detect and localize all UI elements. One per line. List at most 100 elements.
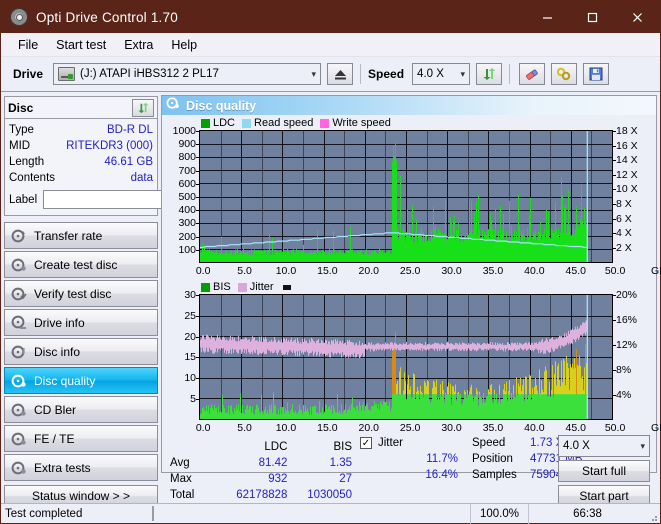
test-speed-select[interactable]: 4.0 X ▾	[558, 435, 650, 457]
sidebar-item-fe-te[interactable]: FE / TE	[4, 425, 158, 452]
disc-mid-label: MID	[9, 140, 31, 152]
menu-extra[interactable]: Extra	[115, 36, 162, 54]
disc-bler-icon	[11, 402, 27, 418]
speed-select-value: 4.0 X	[417, 68, 444, 80]
y-tick-right: 8 X	[613, 198, 632, 210]
chart-marker-icon	[282, 284, 291, 290]
jitter-checkbox[interactable]: ✓	[360, 437, 372, 449]
stats-row-label: Avg	[170, 457, 190, 469]
bis-x-axis: 0.0 5.0 10.0 15.0 20.0 25.0 30.0 35.0 40…	[196, 420, 661, 435]
ldc-chart-container: LDC Read speed Write speed 1000 900 800 …	[162, 115, 661, 278]
maximize-icon[interactable]	[570, 1, 615, 33]
legend-label-read-speed: Read speed	[254, 117, 314, 129]
sidebar-item-disc-quality[interactable]: Disc quality	[4, 367, 158, 394]
menu-file[interactable]: File	[9, 36, 47, 54]
jitter-avg-value: 11.7%	[426, 453, 458, 465]
y-tick-right: 20%	[612, 289, 638, 301]
y-tick: 10	[184, 372, 199, 385]
legend-item-read-speed: Read speed	[242, 117, 313, 129]
sidebar-item-drive-info[interactable]: Drive info	[4, 309, 158, 336]
speed-label: Speed	[368, 67, 405, 81]
bis-plot-area[interactable]	[199, 294, 613, 420]
y-tick-right: 10 X	[613, 183, 638, 196]
stats-total-ldc: 62178828	[236, 489, 288, 501]
jitter-label: Jitter	[378, 437, 403, 449]
disc-properties: Type BD-R DL MID RITEKDR3 (000) Length 4…	[5, 119, 248, 215]
resize-grip-icon[interactable]	[646, 504, 660, 524]
legend-label-jitter: Jitter	[249, 281, 274, 293]
disc-extra-icon	[11, 460, 27, 476]
eraser-button[interactable]	[519, 63, 546, 85]
x-tick: 5.0	[237, 265, 252, 277]
close-icon[interactable]	[615, 1, 660, 33]
title-bar: Opti Drive Control 1.70	[1, 1, 660, 33]
sidebar-item-verify-test-disc[interactable]: Verify test disc	[4, 280, 158, 307]
minimize-icon[interactable]	[525, 1, 570, 33]
sidebar-item-create-test-disc[interactable]: Create test disc	[4, 251, 158, 278]
disc-refresh-button[interactable]	[132, 98, 154, 117]
save-button[interactable]	[583, 63, 610, 85]
status-bar: Test completed 100.0% 66:38	[1, 503, 660, 524]
stats-row-label: Max	[170, 473, 192, 485]
menu-help[interactable]: Help	[162, 36, 206, 54]
drive-icon	[58, 67, 76, 81]
legend-swatch-read-speed	[242, 118, 252, 128]
stats-header-row: LDC BIS	[170, 439, 352, 455]
sidebar-item-label: Disc info	[34, 344, 81, 359]
y-tick-right: 4%	[612, 388, 632, 401]
x-tick: 45.0	[565, 265, 586, 277]
legend-item-write-speed: Write speed	[320, 117, 391, 129]
x-tick: 30.0	[441, 422, 462, 434]
x-tick: 25.0	[399, 422, 421, 434]
disc-row-mid: MID RITEKDR3 (000)	[9, 138, 153, 154]
drive-select[interactable]: (J:) ATAPI iHBS312 2 PL17 ▾	[53, 63, 322, 85]
toolbar-divider-2	[509, 64, 511, 84]
disc-check-icon	[11, 286, 27, 302]
x-tick: 35.0	[482, 422, 504, 434]
sidebar-item-cd-bler[interactable]: CD Bler	[4, 396, 158, 423]
y-tick-right: 6 X	[613, 212, 632, 225]
stats-row-max: Max 932 27	[170, 471, 352, 487]
sidebar-item-transfer-rate[interactable]: Transfer rate	[4, 222, 158, 249]
x-tick: 10.0	[275, 422, 297, 434]
stats-table: LDC BIS Avg 81.42 1.35 Max 932 27 Total …	[162, 439, 352, 503]
stats-row-label: Total	[170, 489, 195, 501]
disc-group: Disc Type BD-R DL MID RITEKDR3 (000) Len…	[4, 96, 248, 216]
refresh-button[interactable]	[476, 63, 503, 85]
x-tick: 45.0	[565, 422, 586, 434]
disc-label-row: Label	[9, 189, 248, 210]
ldc-y-axis-left: 1000 900 800 700 600 500 400 300 200 100	[164, 125, 200, 263]
y-tick: 900	[178, 138, 199, 151]
y-tick: 200	[178, 230, 199, 243]
tools-button[interactable]	[551, 63, 578, 85]
sidebar-item-extra-tests[interactable]: Extra tests	[4, 454, 158, 481]
x-tick: 40.0	[524, 265, 545, 277]
bis-chart-legend: BIS Jitter	[164, 280, 654, 294]
stats-total-bis: 1030050	[307, 489, 352, 501]
stats-row-avg: Avg 81.42 1.35	[170, 455, 352, 471]
x-axis-unit: GB	[650, 265, 661, 277]
legend-item-ldc: LDC	[201, 117, 235, 129]
ldc-plot-area[interactable]	[199, 130, 613, 263]
position-meta-label: Position	[472, 453, 513, 465]
disc-fete-icon	[11, 431, 27, 447]
x-tick: 40.0	[524, 422, 545, 434]
sidebar-item-disc-info[interactable]: Disc info	[4, 338, 158, 365]
y-tick-right: 2 X	[613, 241, 632, 254]
jitter-max-value: 16.4%	[425, 469, 458, 481]
test-speed-value: 4.0 X	[563, 440, 590, 452]
start-full-button[interactable]: Start full	[558, 460, 650, 482]
eject-button[interactable]	[327, 63, 354, 85]
jitter-checkbox-row[interactable]: ✓ Jitter	[360, 435, 470, 451]
disc-length-value: 46.61 GB	[104, 156, 153, 168]
disc-row-length: Length 46.61 GB	[9, 154, 153, 170]
disc-row-contents: Contents data	[9, 170, 153, 186]
disc-group-header: Disc	[5, 97, 157, 119]
speed-select[interactable]: 4.0 X ▾	[412, 63, 471, 85]
stats-row-total: Total 62178828 1030050	[170, 487, 352, 503]
disc-type-label: Type	[9, 124, 34, 136]
menu-start-test[interactable]: Start test	[47, 36, 115, 54]
disc-label-caption: Label	[9, 193, 38, 206]
x-tick: 20.0	[358, 265, 379, 277]
samples-meta-label: Samples	[472, 469, 517, 481]
